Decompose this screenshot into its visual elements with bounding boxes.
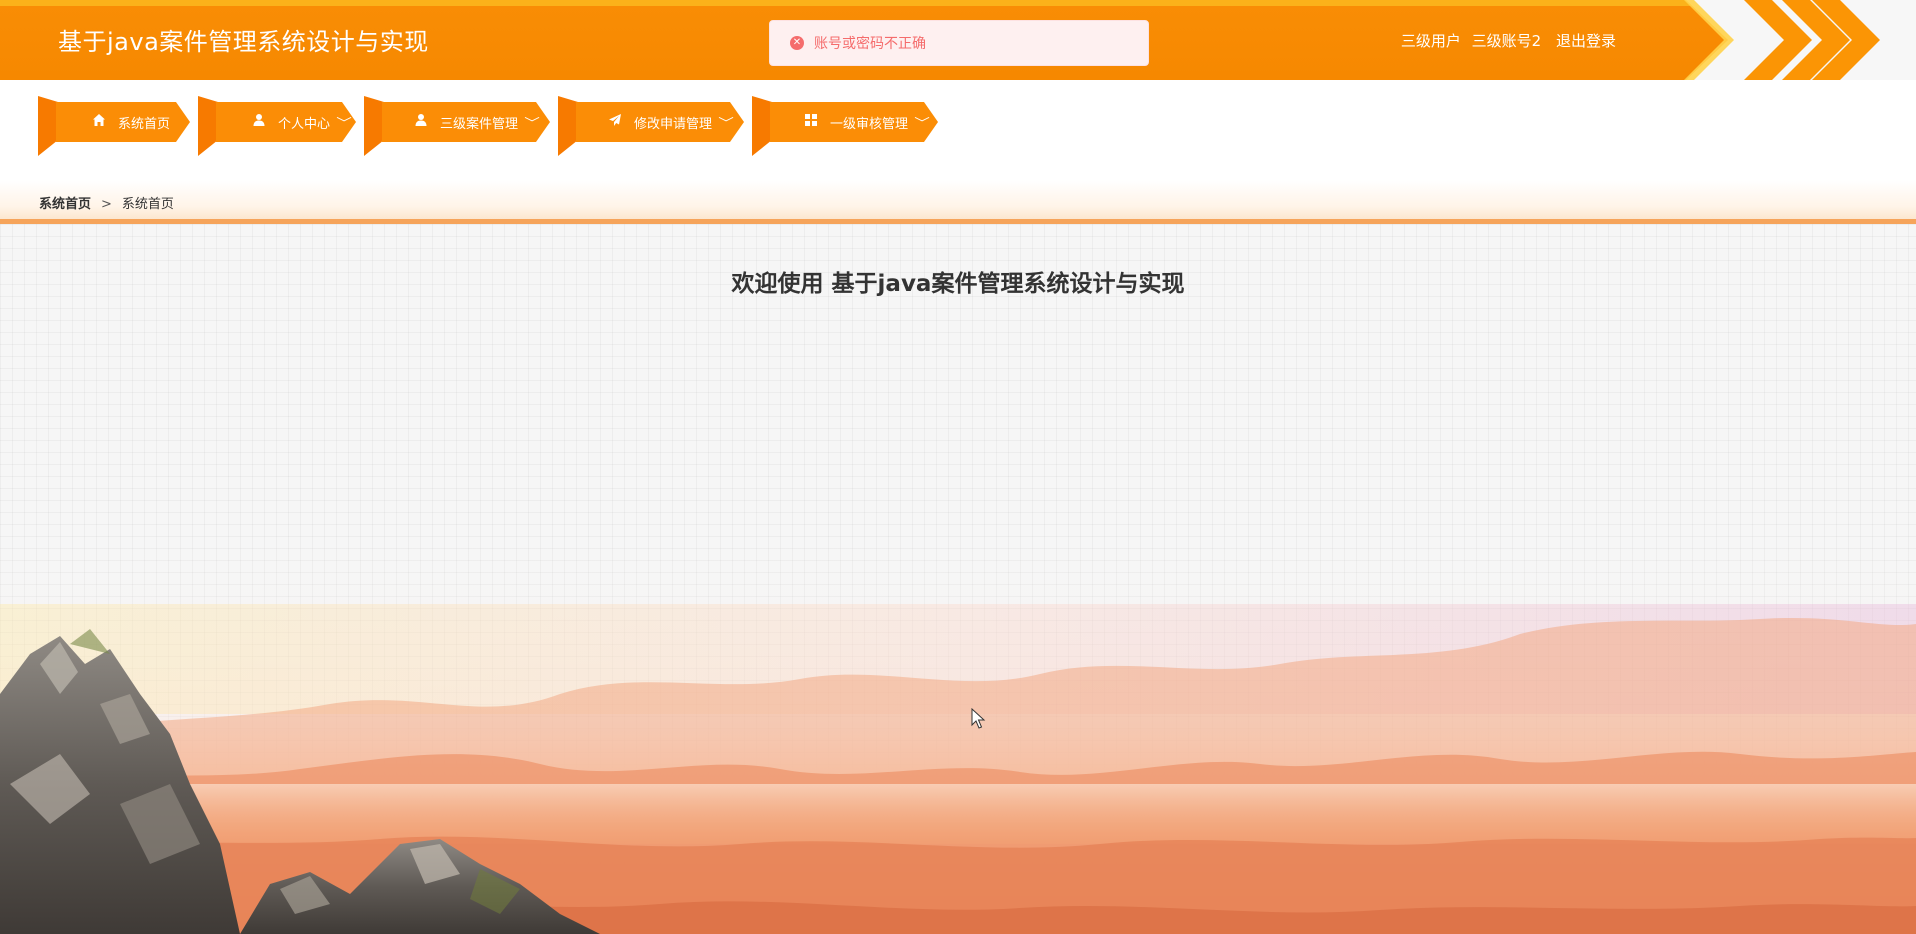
toast-message: 账号或密码不正确 xyxy=(814,36,926,52)
nav-item-label: 修改申请管理 xyxy=(634,116,713,132)
header-user-info: 三级用户 三级账号2 退出登录 xyxy=(1395,30,1616,51)
nav-item-home[interactable]: 系统首页 xyxy=(38,96,190,156)
nav-item-profile[interactable]: 个人中心 ﹀ xyxy=(198,96,356,156)
chevron-down-icon: ﹀ xyxy=(336,115,352,130)
nav-item-label: 一级审核管理 xyxy=(830,116,909,132)
nav-flag xyxy=(364,96,384,156)
breadcrumb: 系统首页 > 系统首页 xyxy=(39,193,174,212)
breadcrumb-band xyxy=(0,180,1916,224)
error-circle-icon: ✕ xyxy=(790,36,804,50)
nav-item-body: 个人中心 ﹀ xyxy=(216,102,356,142)
top-nav: 系统首页 个人中心 ﹀ 三级案件管理 ﹀ 修改申请管理 ﹀ 一级审核管理 ﹀ xyxy=(0,80,1916,180)
chevron-down-icon: ﹀ xyxy=(524,115,540,130)
nav-flag xyxy=(558,96,578,156)
main-content: 欢迎使用 基于java案件管理系统设计与实现 xyxy=(0,224,1916,934)
chevron-down-icon: ﹀ xyxy=(718,115,734,130)
error-toast: ✕ 账号或密码不正确 xyxy=(769,20,1149,66)
chevron-down-icon: ﹀ xyxy=(914,115,930,130)
nav-item-body: 一级审核管理 ﹀ xyxy=(770,102,938,142)
user-role: 三级用户 xyxy=(1400,32,1461,50)
nav-item-label: 系统首页 xyxy=(118,116,171,132)
send-icon xyxy=(606,113,624,131)
landscape-background xyxy=(0,524,1916,934)
breadcrumb-home[interactable]: 系统首页 xyxy=(39,197,91,212)
grid-icon xyxy=(802,113,820,131)
user-icon xyxy=(412,113,430,131)
user-icon xyxy=(250,113,268,131)
nav-item-label: 三级案件管理 xyxy=(440,116,519,132)
mouse-cursor-icon xyxy=(971,708,986,729)
nav-item-label: 个人中心 xyxy=(278,116,331,132)
nav-item-change-requests[interactable]: 修改申请管理 ﹀ xyxy=(558,96,744,156)
home-icon xyxy=(90,113,108,131)
app-title: 基于java案件管理系统设计与实现 xyxy=(58,28,429,56)
breadcrumb-separator: > xyxy=(101,197,112,212)
logout-link[interactable]: 退出登录 xyxy=(1556,32,1616,50)
user-name: 三级账号2 xyxy=(1471,32,1542,50)
nav-item-review-management[interactable]: 一级审核管理 ﹀ xyxy=(752,96,938,156)
breadcrumb-current: 系统首页 xyxy=(121,197,174,212)
nav-flag xyxy=(198,96,218,156)
welcome-heading: 欢迎使用 基于java案件管理系统设计与实现 xyxy=(731,271,1185,297)
nav-item-body: 三级案件管理 ﹀ xyxy=(382,102,550,142)
nav-item-case-management[interactable]: 三级案件管理 ﹀ xyxy=(364,96,550,156)
nav-item-body: 修改申请管理 ﹀ xyxy=(576,102,744,142)
nav-flag xyxy=(752,96,772,156)
nav-item-body: 系统首页 xyxy=(56,102,190,142)
nav-flag xyxy=(38,96,58,156)
